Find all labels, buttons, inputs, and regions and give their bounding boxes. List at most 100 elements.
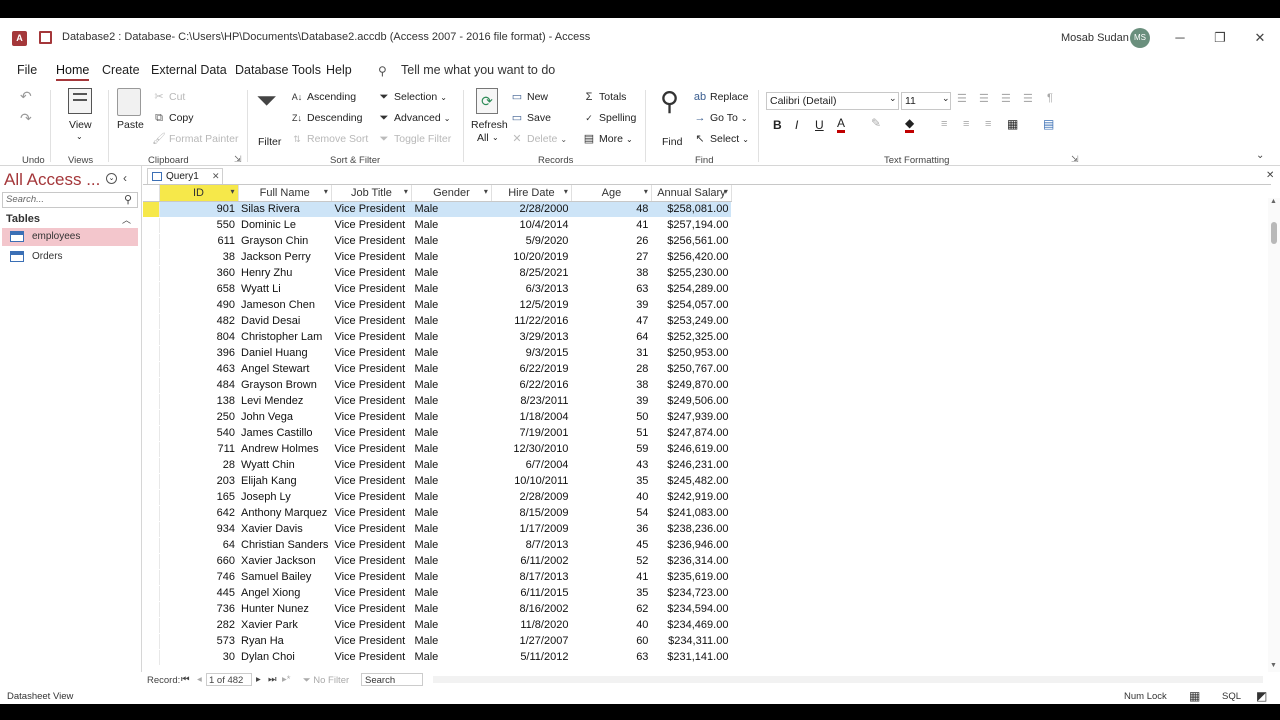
column-header-age[interactable]: Age ▾ [571, 185, 652, 202]
record-selector[interactable] [143, 361, 160, 378]
cell-annual-salary[interactable]: $236,314.00 [651, 553, 732, 570]
cell-full-name[interactable]: Ryan Ha [238, 633, 332, 650]
cell-age[interactable]: 51 [571, 425, 652, 442]
record-selector[interactable] [143, 633, 160, 650]
nav-pane-title[interactable]: All Access ... [4, 170, 100, 190]
paste-button[interactable]: Paste [117, 119, 144, 131]
cell-full-name[interactable]: Grayson Chin [238, 233, 332, 250]
cell-job-title[interactable]: Vice President [331, 553, 412, 570]
tell-me-input[interactable]: Tell me what you want to do [401, 63, 555, 77]
cell-job-title[interactable]: Vice President [331, 441, 412, 458]
refresh-button[interactable]: Refresh [471, 119, 508, 131]
column-header-gender[interactable]: Gender ▾ [411, 185, 492, 202]
filter-button[interactable]: Filter [258, 136, 281, 148]
cell-age[interactable]: 41 [571, 569, 652, 586]
spelling-button[interactable]: ✓ Spelling [582, 111, 636, 125]
cell-hire-date[interactable]: 8/25/2021 [491, 265, 572, 282]
search-icon[interactable]: ⚲ [124, 193, 132, 206]
cell-job-title[interactable]: Vice President [331, 537, 412, 554]
cell-annual-salary[interactable]: $250,953.00 [651, 345, 732, 362]
cell-id[interactable]: 540 [159, 425, 238, 442]
cell-annual-salary[interactable]: $250,767.00 [651, 361, 732, 378]
cell-full-name[interactable]: Xavier Park [238, 617, 332, 634]
cell-hire-date[interactable]: 8/16/2002 [491, 601, 572, 618]
cell-hire-date[interactable]: 3/29/2013 [491, 329, 572, 346]
cell-full-name[interactable]: John Vega [238, 409, 332, 426]
last-record-icon[interactable]: ⏭ [268, 674, 277, 685]
record-selector[interactable] [143, 505, 160, 522]
table-row[interactable]: 901 Silas Rivera Vice President Male 2/28/20… [143, 201, 732, 218]
table-row[interactable]: 611 Grayson Chin Vice President Male 5/9/202… [143, 233, 732, 250]
cell-gender[interactable]: Male [411, 505, 492, 522]
cell-hire-date[interactable]: 8/23/2011 [491, 393, 572, 410]
cell-annual-salary[interactable]: $247,939.00 [651, 409, 732, 426]
cell-id[interactable]: 64 [159, 537, 238, 554]
table-row[interactable]: 482 David Desai Vice President Male 11/22/20… [143, 313, 732, 330]
cell-hire-date[interactable]: 6/11/2015 [491, 585, 572, 602]
cell-hire-date[interactable]: 1/18/2004 [491, 409, 572, 426]
cell-full-name[interactable]: Dominic Le [238, 217, 332, 234]
cell-job-title[interactable]: Vice President [331, 297, 412, 314]
cell-annual-salary[interactable]: $242,919.00 [651, 489, 732, 506]
cell-annual-salary[interactable]: $238,236.00 [651, 521, 732, 538]
column-filter-arrow-icon[interactable]: ▾ [644, 187, 648, 196]
remove-sort-button[interactable]: ⇅ Remove Sort [290, 132, 368, 146]
cell-id[interactable]: 463 [159, 361, 238, 378]
cell-full-name[interactable]: Wyatt Chin [238, 457, 332, 474]
find-icon[interactable]: ⚲ [660, 86, 679, 116]
cell-age[interactable]: 63 [571, 281, 652, 298]
new-record-nav-icon[interactable]: ▸* [282, 674, 290, 685]
cell-id[interactable]: 28 [159, 457, 238, 474]
scroll-thumb[interactable] [1271, 222, 1277, 244]
cell-gender[interactable]: Male [411, 569, 492, 586]
cell-hire-date[interactable]: 8/17/2013 [491, 569, 572, 586]
column-header-hire-date[interactable]: Hire Date ▾ [491, 185, 572, 202]
collapse-section-icon[interactable]: ︿ [122, 213, 131, 226]
nav-item-orders[interactable]: Orders [2, 248, 138, 266]
align-center-icon[interactable]: ≡ [963, 118, 969, 130]
cell-annual-salary[interactable]: $234,469.00 [651, 617, 732, 634]
select-all-corner[interactable] [143, 185, 160, 202]
cell-annual-salary[interactable]: $236,946.00 [651, 537, 732, 554]
record-selector[interactable] [143, 569, 160, 586]
close-tab-icon[interactable]: ✕ [212, 171, 220, 182]
align-right-icon[interactable]: ≡ [985, 118, 991, 130]
cell-age[interactable]: 39 [571, 297, 652, 314]
collapse-ribbon-icon[interactable]: ⌄ [1256, 150, 1264, 161]
cell-age[interactable]: 48 [571, 201, 652, 218]
scroll-up-icon[interactable]: ▲ [1270, 198, 1277, 205]
cell-gender[interactable]: Male [411, 457, 492, 474]
cell-age[interactable]: 35 [571, 585, 652, 602]
cell-job-title[interactable]: Vice President [331, 409, 412, 426]
table-row[interactable]: 658 Wyatt Li Vice President Male 6/3/2013 63 $… [143, 281, 732, 298]
cell-id[interactable]: 711 [159, 441, 238, 458]
cell-gender[interactable]: Male [411, 617, 492, 634]
cell-age[interactable]: 54 [571, 505, 652, 522]
menu-home[interactable]: Home [56, 63, 90, 81]
cell-hire-date[interactable]: 6/3/2013 [491, 281, 572, 298]
record-selector[interactable] [143, 217, 160, 234]
cut-button[interactable]: ✂ Cut [152, 90, 185, 104]
decrease-indent-icon[interactable]: ☰ [1001, 92, 1011, 105]
cell-annual-salary[interactable]: $234,594.00 [651, 601, 732, 618]
cell-gender[interactable]: Male [411, 233, 492, 250]
ascending-button[interactable]: A↓ Ascending [290, 90, 356, 104]
cell-annual-salary[interactable]: $252,325.00 [651, 329, 732, 346]
first-record-icon[interactable]: ⏮ [181, 674, 190, 685]
next-record-icon[interactable]: ▸ [256, 674, 261, 685]
cell-full-name[interactable]: Jameson Chen [238, 297, 332, 314]
cell-annual-salary[interactable]: $245,482.00 [651, 473, 732, 490]
redo-icon[interactable]: ↷ [20, 110, 32, 127]
cell-age[interactable]: 35 [571, 473, 652, 490]
cell-job-title[interactable]: Vice President [331, 233, 412, 250]
bold-icon[interactable]: B [773, 118, 782, 132]
cell-full-name[interactable]: Daniel Huang [238, 345, 332, 362]
cell-id[interactable]: 30 [159, 649, 238, 666]
view-icon[interactable] [68, 88, 92, 114]
cell-full-name[interactable]: Jackson Perry [238, 249, 332, 266]
table-row[interactable]: 711 Andrew Holmes Vice President Male 12/30/… [143, 441, 732, 458]
cell-gender[interactable]: Male [411, 409, 492, 426]
cell-age[interactable]: 60 [571, 633, 652, 650]
table-row[interactable]: 490 Jameson Chen Vice President Male 12/5/20… [143, 297, 732, 314]
cell-gender[interactable]: Male [411, 601, 492, 618]
